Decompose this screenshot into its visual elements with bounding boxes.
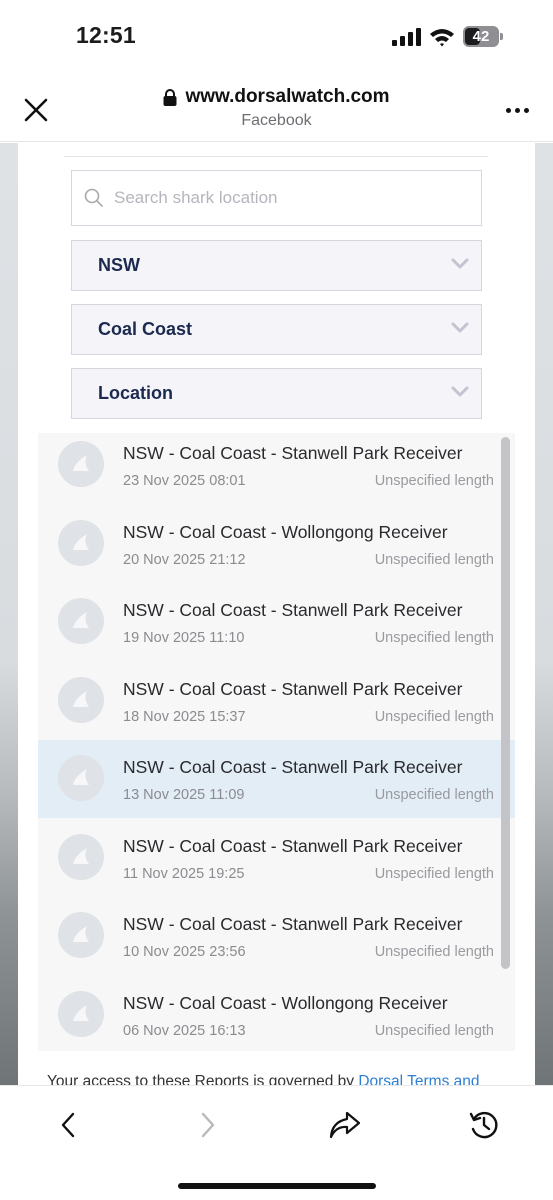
- state-select[interactable]: NSW: [71, 240, 482, 291]
- status-time: 12:51: [76, 22, 136, 48]
- sighting-row[interactable]: NSW - Coal Coast - Stanwell Park Receive…: [38, 826, 515, 904]
- status-bar: 12:51 42: [0, 0, 553, 72]
- cellular-signal-icon: [392, 28, 421, 46]
- shark-fin-icon: [73, 533, 89, 550]
- sighting-date: 06 Nov 2025 16:13: [123, 1022, 246, 1039]
- shark-fin-avatar: [58, 990, 104, 1037]
- sighting-length: Unspecified length: [374, 630, 494, 646]
- divider: [64, 156, 488, 157]
- sighting-title: NSW - Coal Coast - Stanwell Park Receive…: [123, 757, 463, 777]
- sighting-title: NSW - Coal Coast - Stanwell Park Receive…: [123, 600, 463, 620]
- chevron-left-icon: [61, 1112, 75, 1138]
- forward-button[interactable]: [186, 1106, 230, 1144]
- sighting-date: 19 Nov 2025 11:10: [123, 630, 245, 646]
- chevron-down-icon: [451, 386, 469, 397]
- sighting-date: 18 Nov 2025 15:37: [123, 708, 246, 725]
- battery-level: 42: [472, 28, 490, 45]
- sighting-date: 23 Nov 2025 08:01: [123, 473, 246, 489]
- history-button[interactable]: [462, 1106, 506, 1144]
- shark-fin-avatar: [58, 755, 104, 801]
- chevron-down-icon: [451, 258, 469, 269]
- sighting-row[interactable]: NSW - Coal Coast - Wollongong Receiver 0…: [38, 983, 515, 1052]
- close-button[interactable]: [22, 96, 50, 124]
- search-field[interactable]: [71, 170, 482, 226]
- sighting-row-selected[interactable]: NSW - Coal Coast - Stanwell Park Receive…: [38, 740, 515, 818]
- sighting-length: Unspecified length: [374, 551, 494, 568]
- location-select-value: Location: [98, 383, 173, 403]
- shark-fin-icon: [73, 847, 89, 864]
- sighting-row[interactable]: NSW - Coal Coast - Stanwell Park Receive…: [38, 433, 515, 511]
- wifi-icon: [430, 29, 454, 47]
- sighting-length: Unspecified length: [374, 787, 494, 803]
- sighting-length: Unspecified length: [374, 708, 494, 725]
- share-icon: [329, 1111, 361, 1139]
- sighting-row[interactable]: NSW - Coal Coast - Wollongong Receiver 2…: [38, 512, 515, 590]
- shark-fin-avatar: [58, 676, 104, 723]
- share-button[interactable]: [323, 1106, 367, 1144]
- address-display[interactable]: www.dorsalwatch.com Facebook: [100, 86, 453, 130]
- region-select[interactable]: Coal Coast: [71, 304, 482, 355]
- sighting-date: 20 Nov 2025 21:12: [123, 551, 246, 568]
- shark-fin-avatar: [58, 912, 104, 958]
- shark-fin-icon: [73, 769, 89, 785]
- terms-text: Your access to these Reports is governed…: [47, 1073, 359, 1085]
- chevron-right-icon: [201, 1112, 215, 1138]
- sighting-length: Unspecified length: [374, 1022, 494, 1039]
- shark-fin-avatar: [58, 441, 104, 487]
- browser-source: Facebook: [241, 112, 312, 129]
- shark-fin-icon: [73, 690, 89, 707]
- shark-fin-avatar: [58, 519, 104, 566]
- state-select-value: NSW: [98, 255, 140, 275]
- terms-link[interactable]: Dorsal Terms and: [358, 1073, 479, 1085]
- back-button[interactable]: [46, 1106, 90, 1144]
- shark-fin-avatar: [58, 833, 104, 880]
- sighting-title: NSW - Coal Coast - Wollongong Receiver: [123, 992, 448, 1013]
- battery-icon: 42: [463, 26, 503, 47]
- chevron-down-icon: [451, 322, 469, 333]
- sighting-title: NSW - Coal Coast - Stanwell Park Receive…: [123, 835, 463, 856]
- shark-fin-avatar: [58, 598, 104, 644]
- sighting-date: 13 Nov 2025 11:09: [123, 787, 245, 803]
- sighting-length: Unspecified length: [374, 865, 494, 882]
- search-icon: [84, 188, 103, 207]
- history-icon: [469, 1111, 498, 1139]
- list-scrollbar[interactable]: [501, 437, 510, 969]
- sighting-date: 11 Nov 2025 19:25: [123, 865, 245, 882]
- sighting-title: NSW - Coal Coast - Wollongong Receiver: [123, 521, 448, 542]
- terms-notice: Your access to these Reports is governed…: [47, 1073, 517, 1085]
- url-text: www.dorsalwatch.com: [185, 86, 390, 107]
- sighting-title: NSW - Coal Coast - Stanwell Park Receive…: [123, 914, 463, 934]
- region-select-value: Coal Coast: [98, 319, 193, 339]
- sighting-length: Unspecified length: [374, 944, 494, 960]
- shark-fin-icon: [73, 926, 89, 942]
- browser-header: www.dorsalwatch.com Facebook: [0, 72, 553, 142]
- shark-fin-icon: [73, 1004, 89, 1021]
- lock-icon: [163, 88, 177, 106]
- home-indicator[interactable]: [178, 1183, 376, 1189]
- close-icon: [24, 98, 48, 122]
- shark-fin-icon: [73, 455, 89, 471]
- sighting-length: Unspecified length: [374, 473, 494, 489]
- location-select[interactable]: Location: [71, 368, 482, 419]
- sighting-list[interactable]: NSW - Coal Coast - Stanwell Park Receive…: [38, 433, 515, 1051]
- more-icon: [505, 107, 511, 113]
- sighting-title: NSW - Coal Coast - Stanwell Park Receive…: [123, 443, 463, 463]
- sighting-title: NSW - Coal Coast - Stanwell Park Receive…: [123, 678, 463, 699]
- sighting-row[interactable]: NSW - Coal Coast - Stanwell Park Receive…: [38, 590, 515, 668]
- more-options-button[interactable]: [502, 105, 532, 115]
- sighting-row[interactable]: NSW - Coal Coast - Stanwell Park Receive…: [38, 669, 515, 747]
- sighting-date: 10 Nov 2025 23:56: [123, 944, 246, 960]
- shark-fin-icon: [73, 612, 89, 628]
- sighting-row[interactable]: NSW - Coal Coast - Stanwell Park Receive…: [38, 904, 515, 982]
- search-input[interactable]: [114, 188, 474, 208]
